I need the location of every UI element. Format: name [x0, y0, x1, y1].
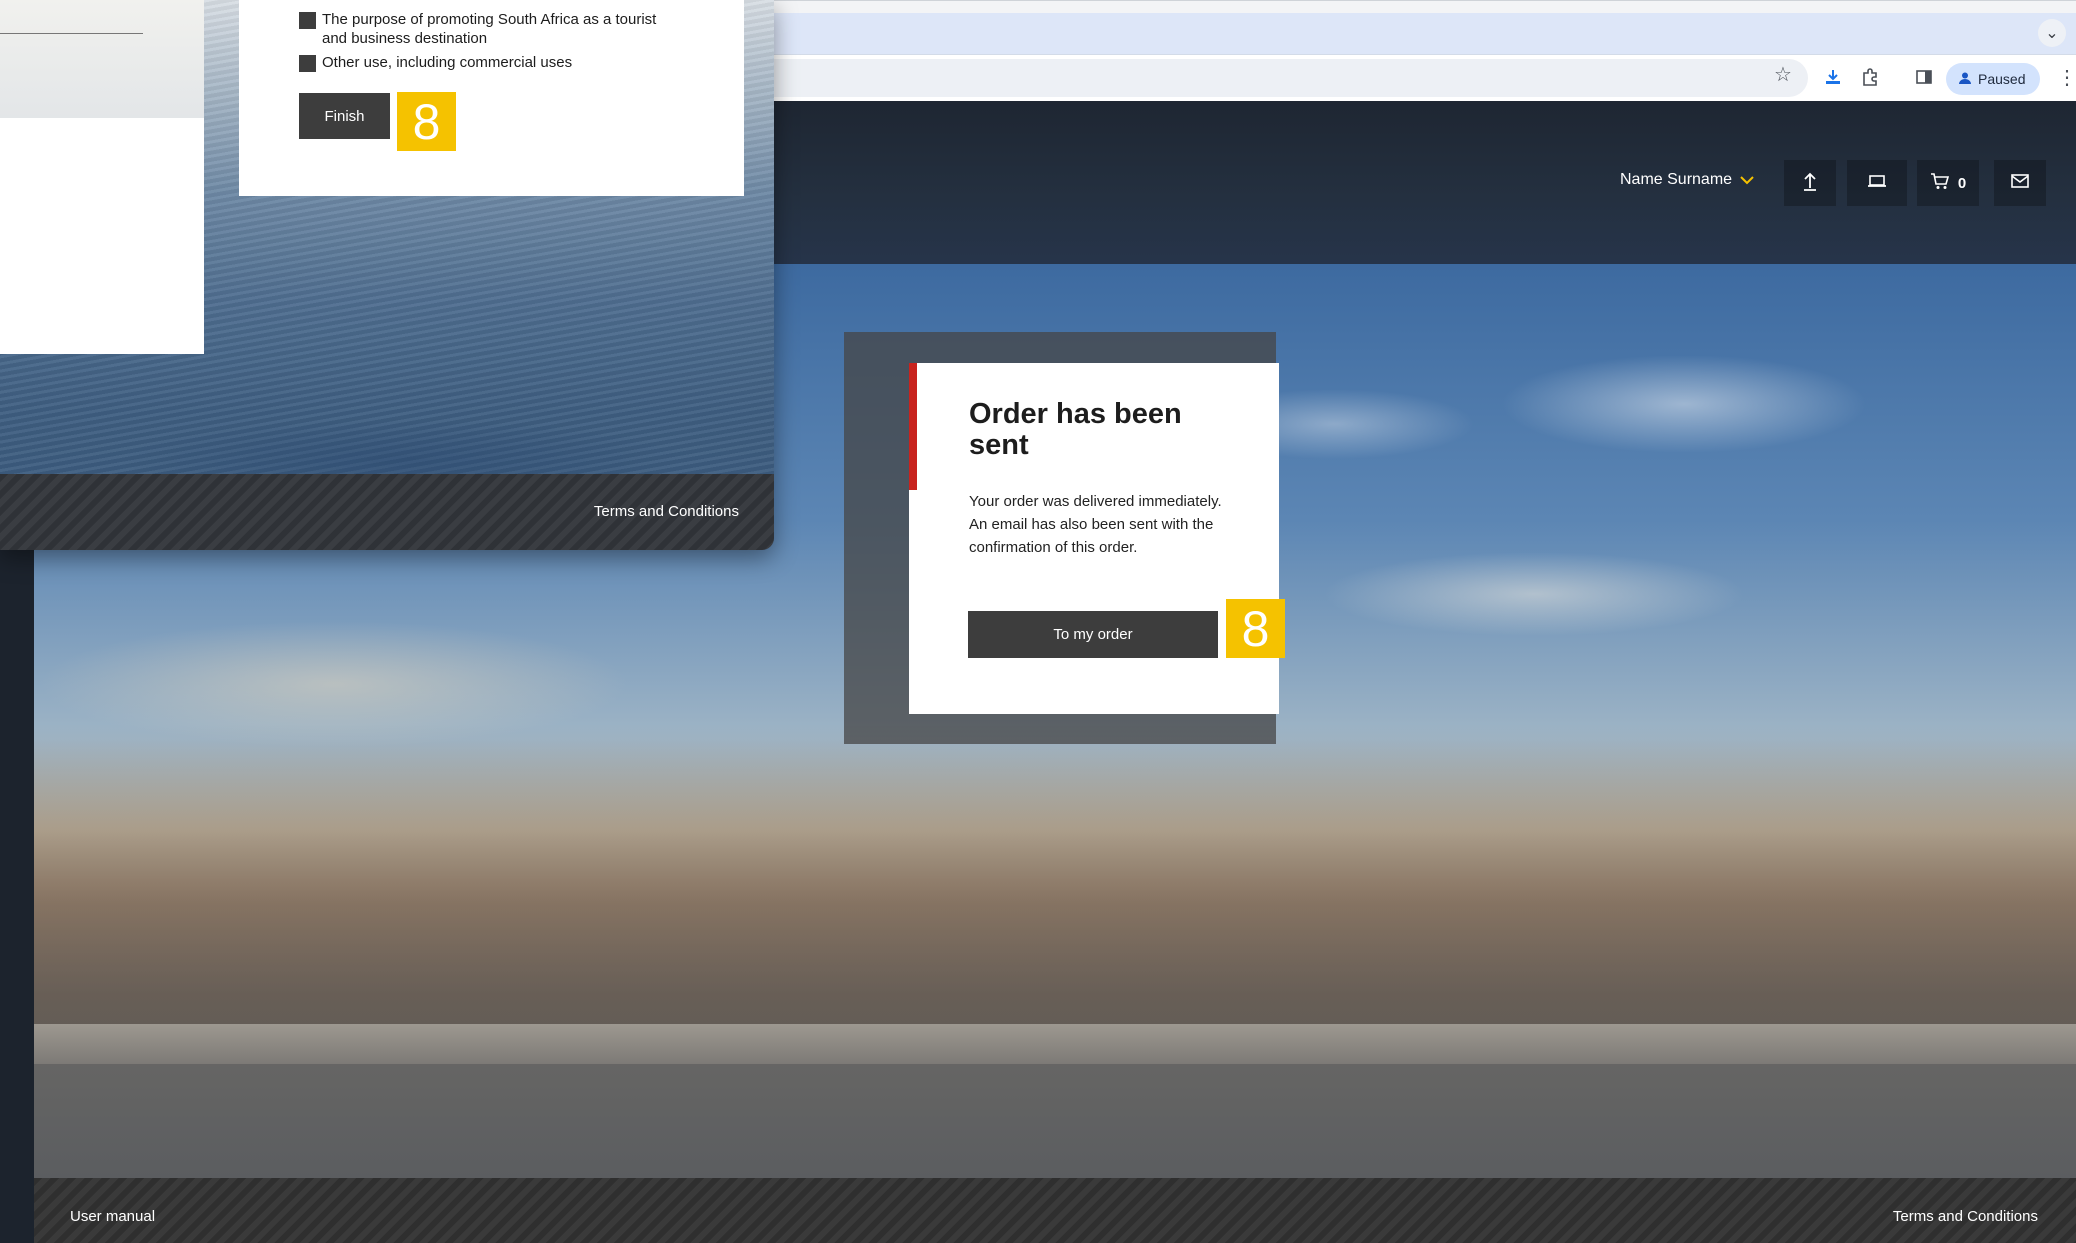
terms-link[interactable]: Terms and Conditions: [1893, 1208, 2038, 1225]
profile-button[interactable]: Paused: [1946, 63, 2040, 95]
front-browser-window: The purpose of promoting South Africa as…: [0, 0, 774, 550]
page-footer: User manual Terms and Conditions: [34, 1178, 2076, 1243]
checkbox[interactable]: [299, 12, 316, 29]
profile-status-label: Paused: [1978, 71, 2026, 87]
terms-link[interactable]: Terms and Conditions: [594, 503, 739, 520]
chevron-down-icon: ⌄: [2045, 25, 2059, 42]
user-manual-link[interactable]: User manual: [70, 1208, 155, 1225]
modal-accent-bar: [909, 363, 917, 490]
download-icon[interactable]: [1820, 64, 1846, 90]
checkbox-label: Other use, including commercial uses: [322, 54, 573, 71]
finish-button[interactable]: Finish: [299, 93, 390, 139]
street-scene-photo: [34, 724, 2076, 1054]
step-badge: 8: [397, 92, 456, 151]
device-button[interactable]: [1847, 160, 1907, 206]
to-my-order-button[interactable]: To my order: [968, 611, 1218, 658]
device-icon: [1867, 174, 1887, 192]
left-panel: [0, 0, 204, 354]
step-badge: 8: [1226, 599, 1285, 658]
divider: [0, 33, 143, 34]
cart-count: 0: [1957, 174, 1967, 192]
user-menu[interactable]: Name Surname: [1620, 171, 1754, 189]
checkbox-option[interactable]: Other use, including commercial uses: [299, 53, 679, 72]
upload-icon: [1802, 171, 1818, 195]
user-name: Name Surname: [1620, 171, 1733, 188]
checkbox[interactable]: [299, 55, 316, 72]
cart-button[interactable]: 0: [1917, 160, 1979, 206]
front-footer: Terms and Conditions: [0, 474, 774, 550]
mail-button[interactable]: [1994, 160, 2046, 206]
left-panel-image: [0, 0, 204, 118]
star-icon[interactable]: ☆: [1770, 61, 1796, 87]
modal-message: Your order was delivered immediately. An…: [969, 493, 1222, 556]
chevron-down-icon: [1740, 172, 1754, 188]
sidepanel-icon[interactable]: [1911, 64, 1937, 90]
tab-search-button[interactable]: ⌄: [2038, 19, 2066, 47]
puzzle-icon[interactable]: [1857, 64, 1883, 90]
checkbox-label: The purpose of promoting South Africa as…: [322, 11, 657, 47]
sidewalk: [34, 1024, 2076, 1064]
profile-icon: [1958, 71, 1972, 88]
order-sent-modal: Order has been sent Your order was deliv…: [909, 363, 1279, 714]
modal-title: Order has been sent: [969, 398, 1182, 461]
kebab-icon[interactable]: ⋮: [2054, 64, 2076, 90]
upload-button[interactable]: [1784, 160, 1836, 206]
consent-form-card: The purpose of promoting South Africa as…: [239, 0, 744, 196]
mail-icon: [2011, 174, 2029, 192]
cart-icon: [1930, 172, 1950, 194]
checkbox-option[interactable]: The purpose of promoting South Africa as…: [299, 10, 679, 48]
